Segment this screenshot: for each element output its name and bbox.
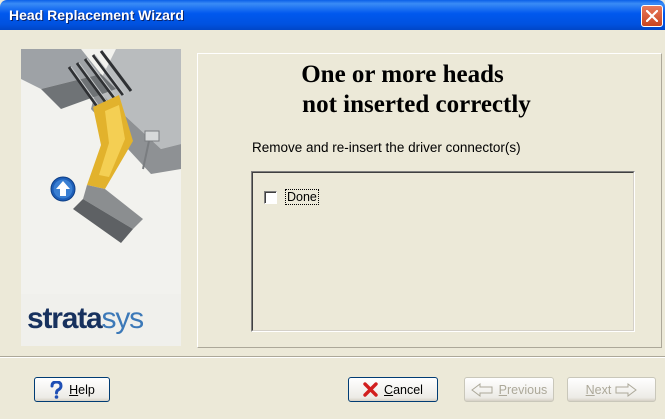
checkbox-group-frame: Done [251,171,635,332]
up-arrow-icon [50,176,76,202]
page-heading-line-1: One or more heads [301,61,504,88]
done-checkbox[interactable] [264,190,277,204]
help-button-label: Help [69,382,95,397]
next-button[interactable]: Next [567,377,656,402]
window-title: Head Replacement Wizard [9,7,184,23]
next-button-label: Next [585,382,612,397]
cancel-button-label: Cancel [384,382,423,397]
close-icon [646,10,658,22]
done-checkbox-label[interactable]: Done [285,189,319,205]
instruction-text: Remove and re-insert the driver connecto… [252,140,521,155]
previous-button[interactable]: Previous [464,377,554,402]
help-button[interactable]: Help [34,377,110,402]
left-arrow-icon [470,382,493,397]
question-icon [50,380,63,399]
done-checkbox-row[interactable]: Done [264,189,319,205]
title-bar[interactable]: Head Replacement Wizard [0,0,665,30]
page-heading-line-2: not inserted correctly [302,91,531,118]
right-arrow-icon [615,382,638,397]
cancel-button[interactable]: Cancel [348,377,438,402]
wizard-side-panel: stratasys [21,49,181,346]
wizard-window: Head Replacement Wizard stratasys One or… [0,0,665,419]
close-button[interactable] [641,5,663,27]
previous-button-label: Previous [498,382,548,397]
wizard-content-panel: One or more heads not inserted correctly… [197,53,662,348]
x-icon [363,382,378,397]
print-head-illustration [21,49,181,294]
footer-separator [0,356,665,358]
stratasys-logo: stratasys [27,302,144,335]
